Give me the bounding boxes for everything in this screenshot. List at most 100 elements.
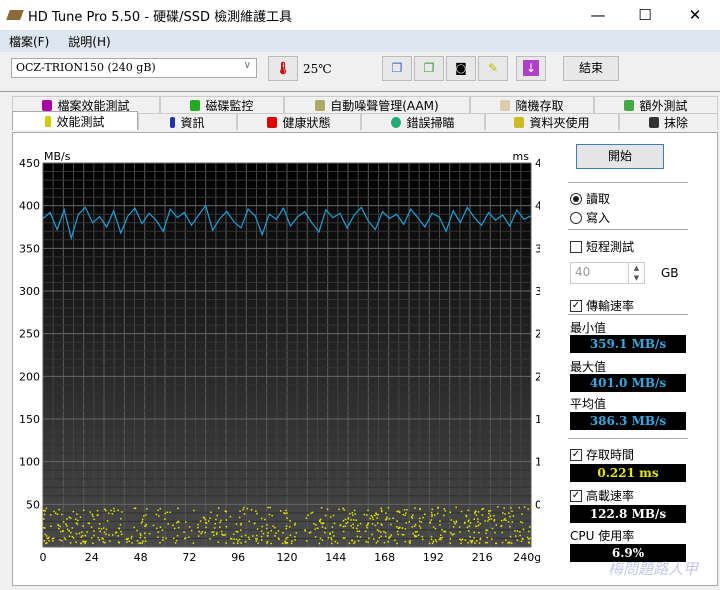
burst-rate-checkbox[interactable]: ✓ 高載速率: [570, 487, 634, 504]
tab-disk-monitor[interactable]: 磁碟監控: [160, 96, 284, 113]
access-time-point: [319, 537, 322, 540]
access-time-point: [501, 531, 504, 534]
access-time-point: [412, 532, 414, 535]
access-time-point: [98, 527, 100, 530]
access-time-point: [92, 515, 94, 517]
access-time-point: [478, 531, 480, 534]
write-radio[interactable]: 寫入: [570, 209, 610, 226]
toolbar: OCZ-TRION150 (240 gB) ∨ 🌡 25℃ ❐ ❐ ◙ ✎ ↓ 結…: [0, 52, 720, 92]
access-time-point: [84, 540, 86, 543]
minimize-button[interactable]: —: [575, 0, 621, 30]
access-time-point: [367, 509, 369, 512]
access-time-point: [66, 518, 68, 520]
drive-select[interactable]: OCZ-TRION150 (240 gB) ∨: [11, 58, 257, 78]
radio-selected[interactable]: [570, 192, 582, 205]
tab-folder-usage[interactable]: 資料夾使用: [485, 113, 619, 130]
access-time-point: [420, 521, 423, 523]
access-time-point: [214, 522, 217, 525]
access-time-point: [130, 535, 133, 538]
access-time-point: [500, 520, 503, 522]
y2-tick-label: 1.00: [535, 456, 540, 469]
access-time-checkbox[interactable]: ✓ 存取時間: [570, 446, 634, 463]
access-time-point: [320, 521, 322, 524]
stepper-arrows-icon[interactable]: ▲ ▼: [628, 263, 644, 283]
access-time-point: [103, 531, 106, 534]
access-time-point: [141, 542, 144, 544]
menu-file[interactable]: 檔案(F): [9, 33, 49, 50]
tab-label: 隨機存取: [515, 98, 564, 113]
gb-stepper[interactable]: 40 ▲ ▼: [570, 262, 645, 284]
access-time-point: [164, 512, 167, 515]
access-time-point: [133, 507, 136, 510]
close-button[interactable]: ✕: [672, 0, 718, 30]
checkbox-checked[interactable]: ✓: [570, 299, 582, 312]
maximize-button[interactable]: ☐: [622, 0, 668, 30]
screenshot-button[interactable]: ◙: [446, 56, 476, 81]
access-time-point: [413, 534, 416, 537]
checkbox-checked[interactable]: ✓: [570, 489, 582, 502]
short-test-checkbox[interactable]: 短程測試: [570, 238, 634, 255]
tab-label: 資料夾使用: [529, 115, 590, 130]
access-time-point: [54, 512, 57, 515]
access-time-point: [246, 507, 249, 510]
read-radio[interactable]: 讀取: [570, 190, 610, 207]
access-time-point: [275, 532, 277, 534]
tab-health[interactable]: 健康狀態: [237, 113, 361, 130]
access-time-point: [475, 540, 478, 542]
tab-random-access[interactable]: 隨機存取: [470, 96, 594, 113]
x-tick-label: 240gB: [513, 551, 540, 564]
access-time-point: [436, 512, 439, 515]
tab-erase[interactable]: 抹除: [619, 113, 718, 130]
access-time-point: [211, 531, 213, 533]
start-button[interactable]: 開始: [576, 144, 664, 169]
options-button[interactable]: ✎: [478, 56, 508, 81]
access-time-point: [140, 522, 143, 524]
access-time-point: [348, 542, 351, 545]
access-time-point: [439, 524, 441, 526]
access-time-point: [291, 540, 293, 542]
access-time-point: [453, 533, 455, 535]
exit-button[interactable]: 結束: [563, 56, 619, 81]
access-time-point: [370, 514, 373, 517]
access-time-point: [101, 537, 103, 540]
access-time-point: [204, 531, 206, 534]
min-label: 最小值: [570, 321, 607, 335]
app-icon: [6, 10, 24, 20]
access-time-point: [265, 527, 268, 530]
checkbox-checked[interactable]: ✓: [570, 448, 582, 461]
access-time-point: [176, 534, 179, 537]
access-time-point: [464, 539, 467, 541]
tab-benchmark[interactable]: 效能測試: [12, 111, 138, 130]
access-time-point: [424, 513, 426, 515]
tab-info[interactable]: 資訊: [138, 113, 237, 130]
access-time-point: [344, 525, 346, 527]
access-time-point: [520, 540, 523, 543]
thermometer-button[interactable]: 🌡: [268, 56, 298, 81]
access-time-point: [415, 535, 418, 538]
access-time-point: [503, 507, 505, 509]
access-time-point: [225, 542, 227, 544]
menu-help[interactable]: 說明(H): [68, 33, 110, 50]
save-button[interactable]: ↓: [516, 56, 546, 81]
tab-extra-tests[interactable]: 額外測試: [594, 96, 718, 113]
access-time-point: [155, 527, 158, 530]
access-time-point: [184, 537, 187, 539]
access-time-point: [414, 507, 416, 509]
monitor-chart-icon: [190, 99, 201, 111]
transfer-rate-checkbox[interactable]: ✓ 傳輸速率: [570, 297, 634, 314]
tab-error-scan[interactable]: 錯誤掃瞄: [361, 113, 485, 130]
access-time-point: [380, 535, 382, 538]
checkbox-unchecked[interactable]: [570, 240, 582, 253]
access-time-point: [467, 542, 469, 544]
access-time-point: [235, 530, 238, 533]
copy-all-button[interactable]: ❐: [414, 56, 444, 81]
access-time-point: [421, 538, 424, 541]
access-time-point: [435, 540, 438, 543]
tab-aam[interactable]: 自動噪聲管理(AAM): [284, 96, 470, 113]
access-time-point: [112, 534, 114, 536]
copy-info-button[interactable]: ❐: [382, 56, 412, 81]
radio-unselected[interactable]: [570, 211, 582, 224]
access-time-point: [157, 531, 160, 533]
access-time-point: [243, 513, 246, 515]
access-time-point: [501, 541, 504, 544]
